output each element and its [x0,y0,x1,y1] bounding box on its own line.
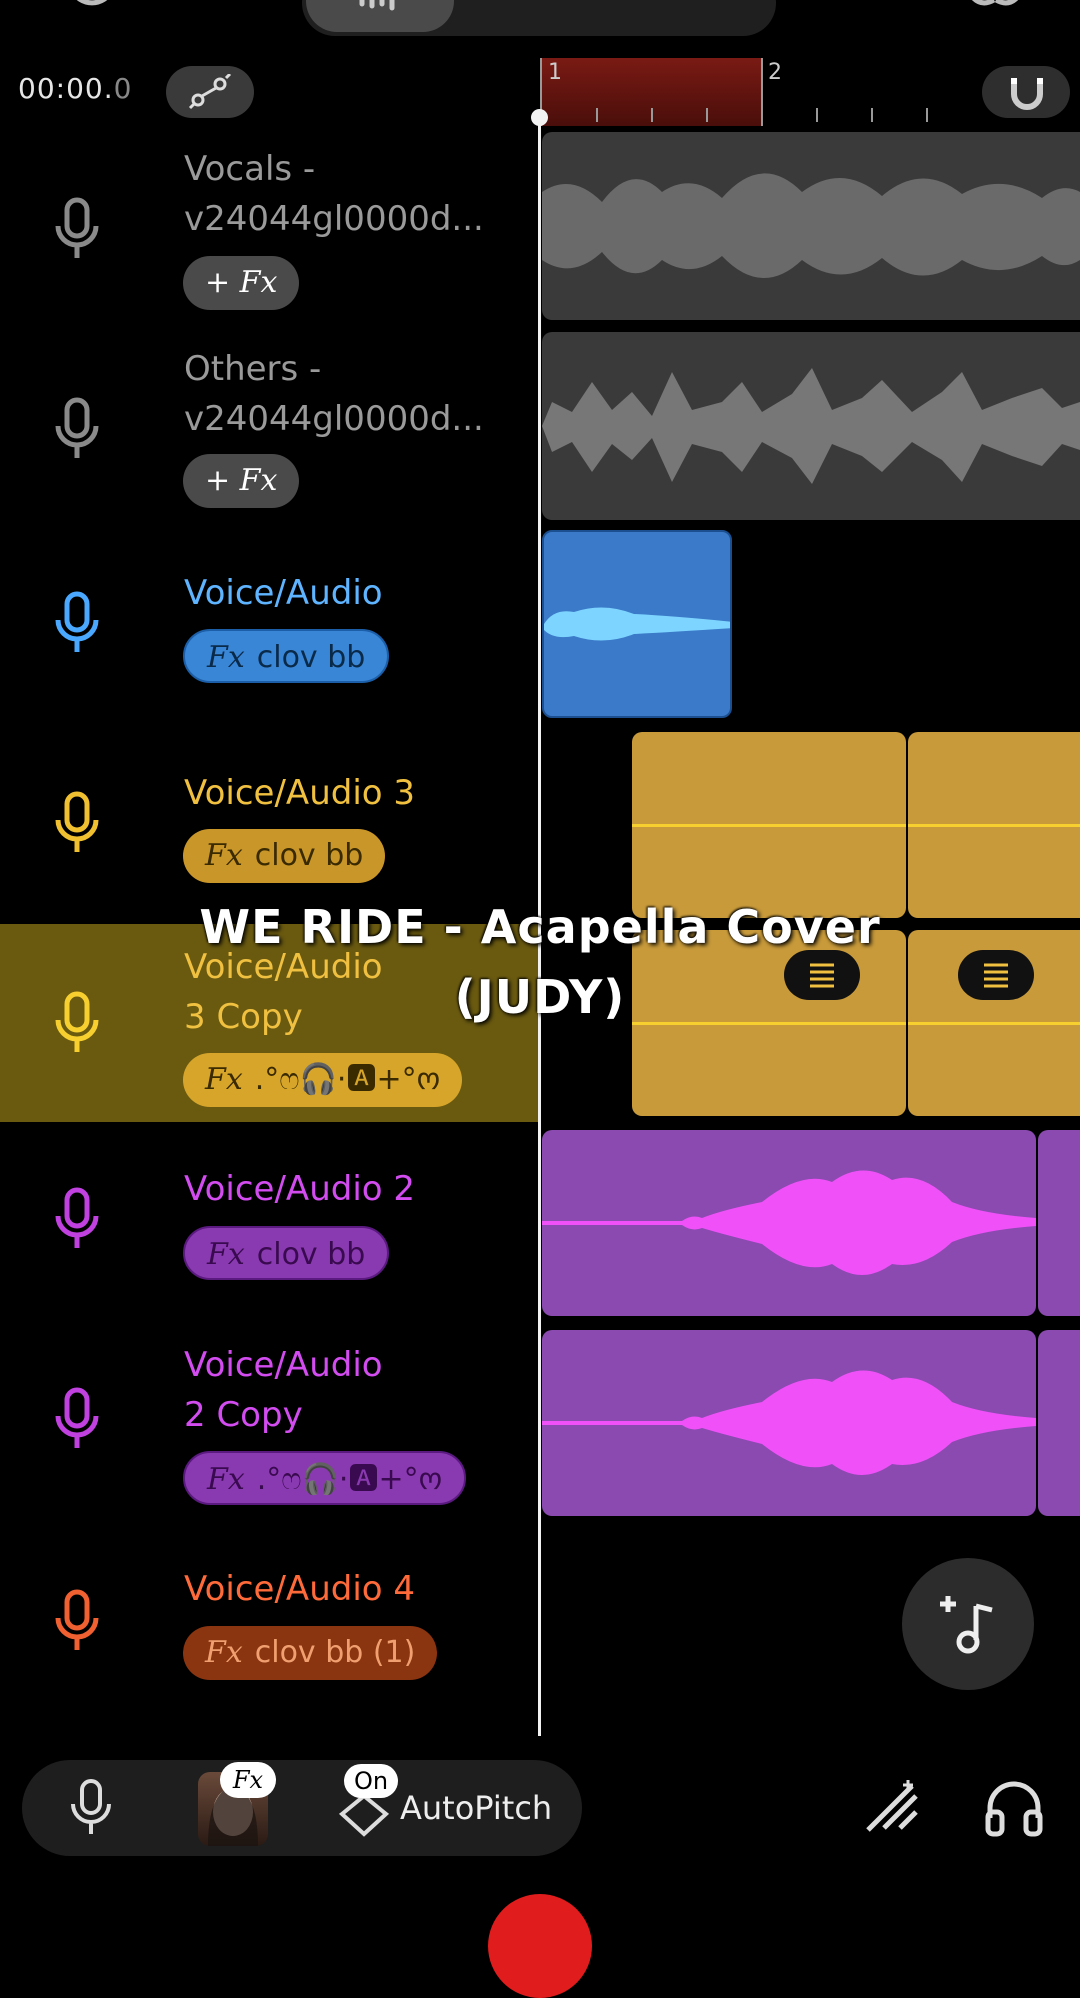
caption-line1: WE RIDE - Acapella Cover [199,900,881,954]
split-icon[interactable] [960,0,1030,24]
mic-icon[interactable] [52,196,102,266]
magic-wand-button[interactable] [862,1776,922,1840]
timeline-ruler[interactable]: 1 2 [540,58,1080,126]
search-icon [502,0,562,6]
fx-preset-name: .°ෆ🎧·🅰+°ო [254,1062,441,1097]
autopitch-on-badge: On [344,1764,398,1798]
audio-clip-voice-audio-3[interactable] [908,732,1080,918]
fx-label: Fx [205,838,243,873]
audio-clip-voice-audio-2-copy[interactable] [542,1330,1036,1516]
autopitch-label[interactable]: AutoPitch [400,1784,552,1832]
waveform [542,1170,1036,1275]
fx-chain-pill[interactable]: Fx clov bb (1) [183,1626,438,1680]
mic-icon[interactable] [52,790,102,860]
playhead-handle[interactable] [531,109,548,126]
record-button[interactable] [488,1894,592,1998]
fx-chain-pill[interactable]: Fx .°ෆ🎧·🅰+°ო [183,1053,463,1107]
audio-clip-voice-audio-2[interactable] [1038,1130,1080,1316]
tab-layers[interactable] [662,0,732,8]
fx-chain-pill[interactable]: Fx .°ෆ🎧·🅰+°ო [183,1451,467,1505]
fx-label: Fx [207,1237,245,1272]
mic-icon[interactable] [52,1588,102,1658]
track-name-voice-audio[interactable]: Voice/Audio [184,568,383,618]
waveform [542,368,1080,484]
track-name-voice-audio-2-copy[interactable]: Voice/Audio 2 Copy [184,1340,383,1440]
waveform [542,173,1080,279]
record-mic-button[interactable] [68,1778,114,1844]
track-name-voice-audio-4[interactable]: Voice/Audio 4 [184,1564,415,1614]
fx-preset-name: clov bb [256,640,366,675]
autopitch-toggle[interactable] [334,1790,394,1844]
track-name-others[interactable]: Others - v24044gl0000d... [184,344,484,444]
headphones-icon [985,1781,1043,1837]
fx-label: Fx [207,1462,245,1497]
timecode-tenths: 0 [113,72,133,105]
track-name-line1: Voice/Audio [184,1345,383,1385]
add-fx-button[interactable]: + Fx [183,256,300,310]
add-fx-button[interactable]: + Fx [183,454,300,508]
waveform [542,1370,1036,1475]
automation-button[interactable] [166,66,254,118]
track-name-line2: 2 Copy [184,1395,303,1435]
track-name-line2: v24044gl0000d... [184,399,484,439]
mic-icon[interactable] [52,396,102,466]
track-name-line1: Others - [184,349,322,389]
undo-icon[interactable] [62,0,122,26]
track-name-vocals[interactable]: Vocals - v24044gl0000d... [184,144,484,244]
fx-label: Fx [205,1635,243,1670]
fx-label: Fx [205,1062,243,1097]
mic-icon[interactable] [52,1386,102,1456]
mic-icon [71,1779,111,1834]
fx-chain-pill[interactable]: Fx clov bb [183,829,386,883]
waveform [544,607,730,641]
fx-preset-name: clov bb [254,838,364,873]
track-name-voice-audio-3[interactable]: Voice/Audio 3 [184,768,415,818]
tab-search[interactable] [502,0,562,10]
wand-icon [866,1780,918,1832]
video-caption: WE RIDE - Acapella Cover (JUDY) [0,892,1080,1032]
audio-clip-voice-audio-2-copy[interactable] [1038,1330,1080,1516]
fx-preset-name: .°ෆ🎧·🅰+°ო [256,1462,443,1497]
timecode-main: 00:00. [18,72,114,105]
caption-line2: (JUDY) [454,970,626,1024]
track-name-line1: Vocals - [184,149,316,189]
audio-clip-others[interactable] [542,332,1080,520]
fx-badge: Fx [220,1762,276,1798]
fx-chain-pill[interactable]: Fx clov bb [183,629,390,683]
bar-number-1: 1 [548,60,562,85]
automation-icon [188,74,232,110]
view-mode-switch [302,0,776,36]
mic-icon[interactable] [52,1186,102,1256]
add-track-icon [940,1596,993,1654]
fx-chain-pill[interactable]: Fx clov bb [183,1226,390,1280]
timecode-display: 00:00.0 [18,72,132,105]
audio-clip-voice-audio-3[interactable] [632,732,906,918]
track-name-line2: v24044gl0000d... [184,199,484,239]
track-name-voice-audio-2[interactable]: Voice/Audio 2 [184,1164,415,1214]
layers-icon [662,0,732,4]
audio-clip-voice-audio[interactable] [542,530,732,718]
mic-icon[interactable] [52,590,102,660]
fx-preset-name: clov bb [256,1237,366,1272]
bar-number-2: 2 [768,60,782,85]
fx-preset-name: clov bb (1) [254,1635,416,1670]
add-track-button[interactable] [902,1558,1034,1690]
tab-waveform[interactable] [306,0,454,32]
monitor-headphones-button[interactable] [984,1778,1044,1842]
fx-label: Fx [207,640,245,675]
audio-clip-voice-audio-2[interactable] [542,1130,1036,1316]
audio-clip-vocals[interactable] [542,132,1080,320]
waveform-icon [359,0,395,11]
